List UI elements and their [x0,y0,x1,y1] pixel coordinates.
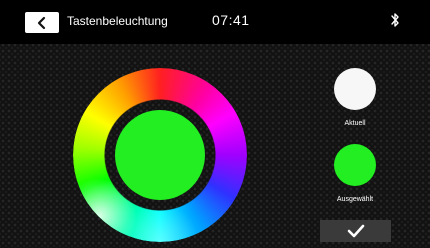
back-button[interactable] [25,12,59,33]
color-preview [115,110,205,200]
chevron-left-icon [37,16,46,29]
screen: Tastenbeleuchtung 07:41 Aktuell Ausgewäh… [0,0,430,248]
selected-color-swatch[interactable] [334,144,376,186]
header-bar: Tastenbeleuchtung 07:41 [0,0,430,44]
selected-color-label: Ausgewählt [336,196,374,203]
clock: 07:41 [212,12,250,28]
bluetooth-icon [391,13,399,27]
confirm-button[interactable] [320,220,391,242]
checkmark-icon [347,224,364,238]
current-color-label: Aktuell [344,120,366,127]
page-title: Tastenbeleuchtung [67,14,168,28]
current-color-swatch[interactable] [334,68,376,110]
